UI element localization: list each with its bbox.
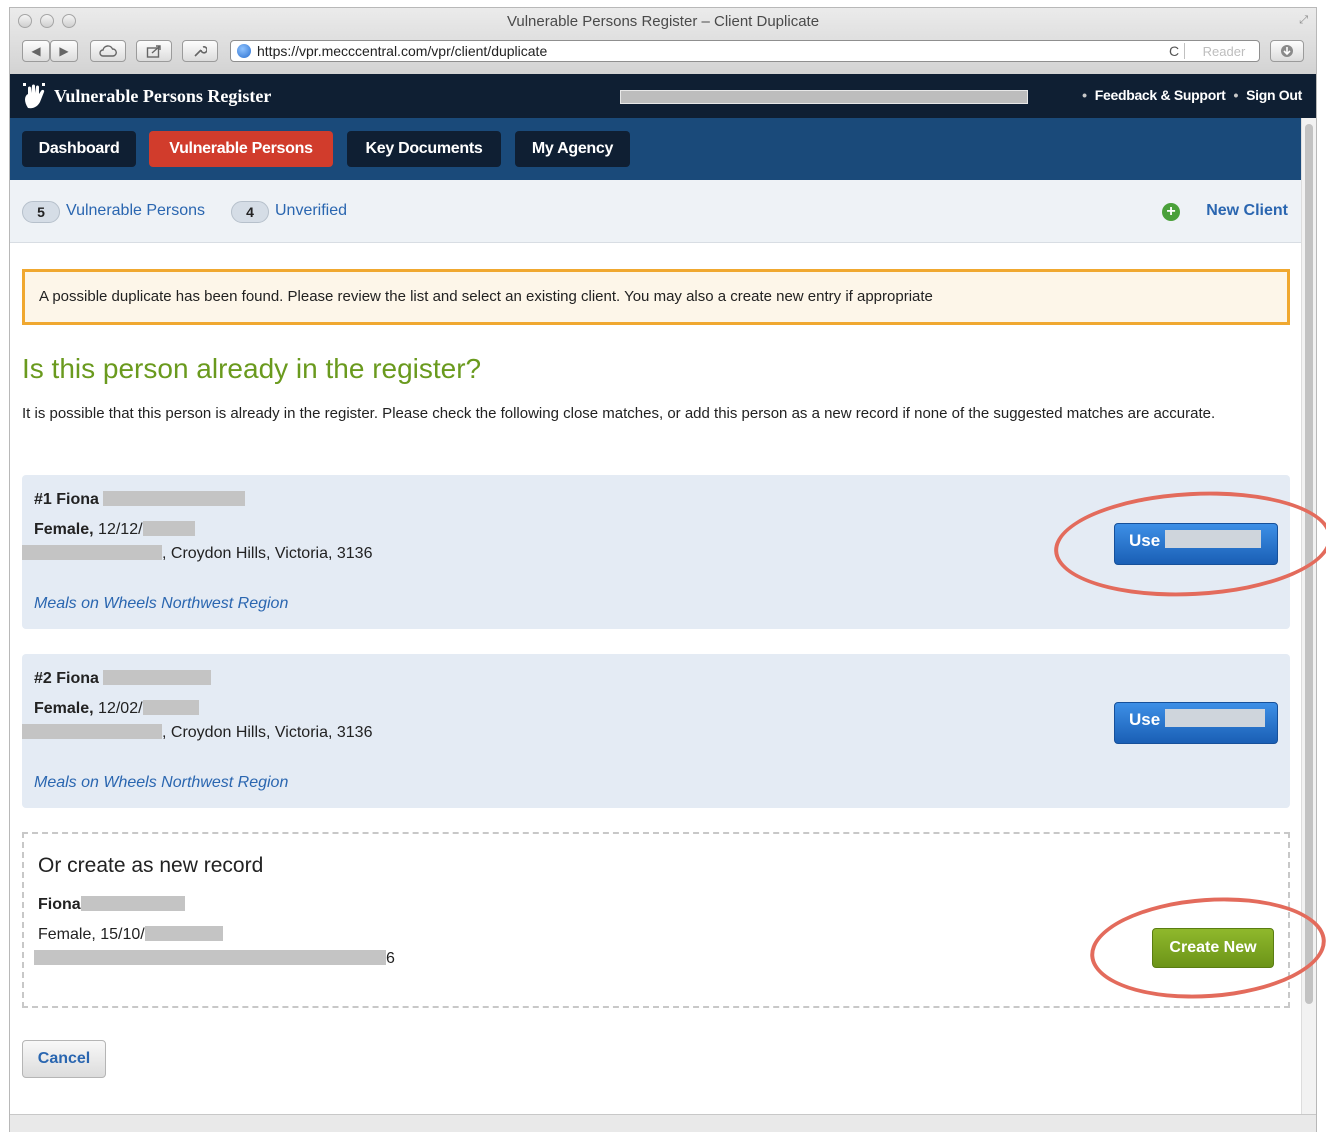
app-header: Vulnerable Persons Register • Feedback & … [10,74,1316,118]
header-links: • Feedback & Support • Sign Out [1074,87,1302,103]
hand-logo-icon [23,83,45,109]
new-record-title: Or create as new record [38,854,264,877]
main-nav: Dashboard Vulnerable Persons Key Documen… [10,118,1316,180]
match-details: Female, 12/02/ [34,700,199,718]
match-details: Female, 12/12/ [34,521,195,539]
plus-circle-icon[interactable]: + [1162,203,1180,221]
vulnerable-persons-link[interactable]: Vulnerable Persons [66,202,205,220]
new-record-box: Or create as new record Fiona Female, 15… [22,832,1290,1008]
redacted-address [34,950,386,965]
match-agency-link[interactable]: Meals on Wheels Northwest Region [34,595,288,613]
status-bar [10,1114,1316,1132]
match-name: #2 Fiona [34,670,212,688]
fullscreen-icon[interactable]: ⤢ [1299,14,1308,27]
back-button[interactable]: ◀ [22,40,50,62]
sign-out-link[interactable]: Sign Out [1246,87,1302,103]
new-record-name: Fiona [38,896,185,914]
duplicate-alert: A possible duplicate has been found. Ple… [22,269,1290,325]
share-button[interactable] [136,40,172,62]
reload-icon[interactable]: C [1164,43,1185,59]
redacted-surname [103,491,246,506]
tab-my-agency[interactable]: My Agency [515,131,630,167]
globe-icon [237,44,251,58]
new-record-details: Female, 15/10/ [38,926,223,944]
downloads-button[interactable] [1270,40,1304,62]
separator: • [1082,87,1087,103]
forward-button[interactable]: ▶ [50,40,78,62]
match-address: , Croydon Hills, Victoria, 3136 [22,724,372,742]
use-match-2-button[interactable]: Use [1114,702,1278,744]
reader-button[interactable]: Reader [1189,44,1259,59]
match-name: #1 Fiona [34,491,246,509]
vulnerable-count-badge: 5 [22,201,60,223]
address-bar[interactable]: https://vpr.mecccentral.com/vpr/client/d… [230,40,1260,62]
unverified-count-badge: 4 [231,201,269,223]
redacted-year [144,926,223,941]
redacted-user-info [620,90,1028,104]
redacted-year [142,700,199,715]
share-icon [146,45,161,58]
settings-button[interactable] [182,40,218,62]
redacted-street [22,545,162,560]
new-record-address: 6 [34,950,395,968]
separator: • [1233,87,1239,103]
feedback-support-link[interactable]: Feedback & Support [1095,87,1226,103]
sub-nav: 5 Vulnerable Persons 4 Unverified + New … [10,180,1316,243]
unverified-link[interactable]: Unverified [275,202,347,220]
intro-text: It is possible that this person is alrea… [22,405,1216,422]
redacted-street [22,724,162,739]
page-title: Is this person already in the register? [22,353,482,384]
new-client-link[interactable]: New Client [1206,202,1288,220]
redacted-surname [80,896,185,911]
tab-vulnerable-persons[interactable]: Vulnerable Persons [149,131,333,167]
browser-chrome: Vulnerable Persons Register – Client Dup… [10,8,1316,75]
match-card: #2 Fiona Female, 12/02/ , Croydon Hills,… [22,654,1290,808]
forward-arrow-icon: ▶ [59,44,69,58]
tab-dashboard[interactable]: Dashboard [22,131,136,167]
redacted-year [142,521,195,536]
downloads-icon [1281,45,1293,57]
back-arrow-icon: ◀ [31,44,41,58]
url-text: https://vpr.mecccentral.com/vpr/client/d… [257,43,548,59]
app-title: Vulnerable Persons Register [54,86,272,106]
redacted-button-name [1164,709,1265,727]
redacted-surname [103,670,212,685]
icloud-button[interactable] [90,40,126,62]
window-title: Vulnerable Persons Register – Client Dup… [506,13,820,30]
match-address: , Croydon Hills, Victoria, 3136 [22,545,372,563]
cancel-button[interactable]: Cancel [22,1040,106,1078]
tab-key-documents[interactable]: Key Documents [347,131,501,167]
wrench-icon [194,46,207,57]
cloud-icon [99,45,117,57]
match-agency-link[interactable]: Meals on Wheels Northwest Region [34,774,288,792]
